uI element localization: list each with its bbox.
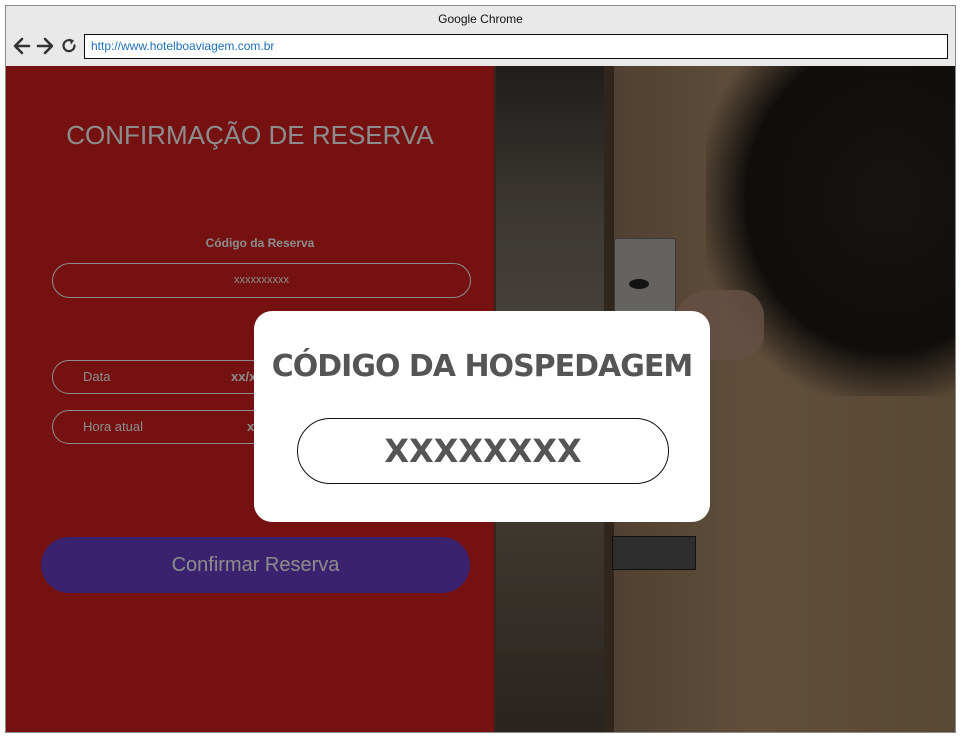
back-arrow-icon[interactable] — [12, 36, 32, 56]
lodging-code-display: XXXXXXXX — [297, 418, 669, 484]
lodging-code-modal: CÓDIGO DA HOSPEDAGEM XXXXXXXX — [254, 311, 710, 522]
browser-toolbar: http://www.hotelboaviagem.com.br — [6, 32, 955, 66]
reload-icon[interactable] — [59, 36, 79, 56]
page-content: CONFIRMAÇÃO DE RESERVA Código da Reserva… — [6, 66, 955, 732]
address-bar[interactable]: http://www.hotelboaviagem.com.br — [84, 34, 948, 59]
window-title: Google Chrome — [438, 12, 523, 26]
forward-arrow-icon[interactable] — [35, 36, 55, 56]
browser-window: Google Chrome http://www.hotelboaviagem.… — [5, 5, 956, 733]
modal-title: CÓDIGO DA HOSPEDAGEM — [271, 349, 694, 384]
